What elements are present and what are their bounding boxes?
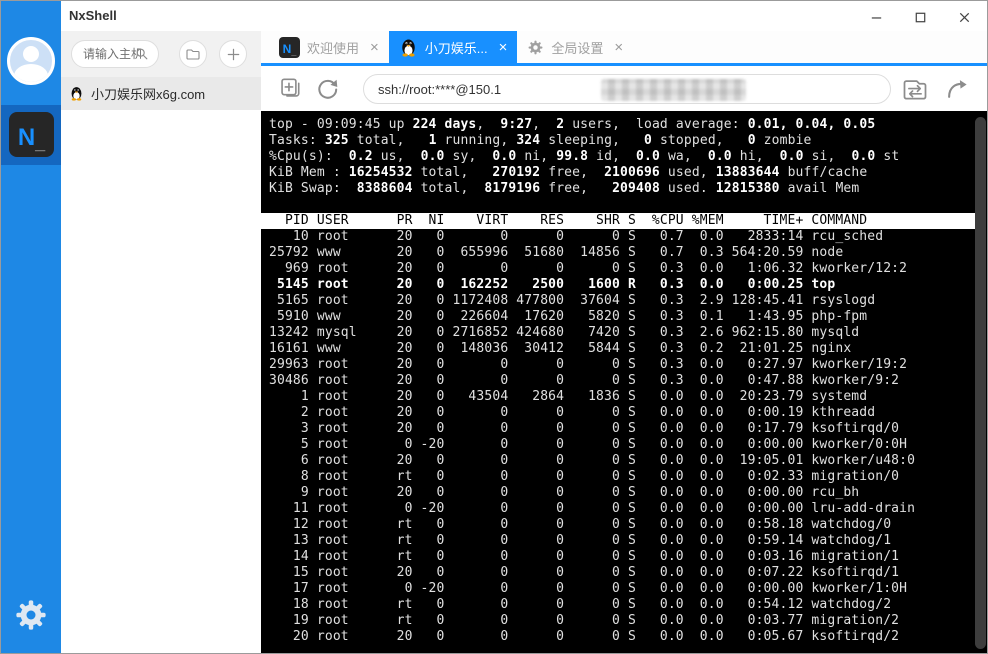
process-row: 17 root 0 -20 0 0 0 S 0.0 0.0 0:00.00 kw… <box>269 581 908 596</box>
maximize-button[interactable] <box>909 6 931 28</box>
session-list-item[interactable]: 小刀娱乐网x6g.com <box>61 77 261 110</box>
process-row: 5145 root 20 0 162252 2500 1600 R 0.3 0.… <box>269 277 836 292</box>
session-sidebar: 小刀娱乐网x6g.com <box>61 31 261 653</box>
plus-icon <box>227 48 239 60</box>
duplicate-tab-button[interactable] <box>277 75 305 103</box>
nxshell-logo-icon: N _ <box>279 36 300 58</box>
process-row: 969 root 20 0 0 0 0 S 0.3 0.0 1:06.32 kw… <box>269 261 908 276</box>
folder-icon <box>186 49 200 60</box>
process-table-header: PID USER PR NI VIRT RES SHR S %CPU %MEM … <box>261 213 975 229</box>
tab-bar: N _ 欢迎使用 × 小刀娱乐... × 全局设置 × <box>261 31 987 63</box>
tab-global-settings[interactable]: 全局设置 × <box>517 31 633 63</box>
tab-label: 全局设置 <box>551 40 604 56</box>
tux-penguin-icon <box>71 87 82 101</box>
process-row: 9 root 20 0 0 0 0 S 0.0 0.0 0:00.00 rcu_… <box>269 485 860 500</box>
process-row: 12 root rt 0 0 0 0 S 0.0 0.0 0:58.18 wat… <box>269 517 892 532</box>
open-folder-button[interactable] <box>179 40 207 68</box>
close-icon <box>959 12 969 22</box>
terminal-line: KiB Mem : 16254532 total, 270192 free, 2… <box>269 165 868 180</box>
sidebar-toolbar <box>61 31 261 77</box>
tab-close-icon[interactable]: × <box>499 39 508 56</box>
terminal-pane[interactable]: top - 09:09:45 up 224 days, 9:27, 2 user… <box>261 111 987 653</box>
minimize-button[interactable] <box>865 6 887 28</box>
process-row: 20 root 20 0 0 0 0 S 0.0 0.0 0:05.67 kso… <box>269 629 900 644</box>
process-row: 5 root 0 -20 0 0 0 S 0.0 0.0 0:00.00 kwo… <box>269 437 908 452</box>
minimize-icon <box>871 16 881 19</box>
file-transfer-icon <box>903 80 927 100</box>
app-title: NxShell <box>69 8 117 23</box>
terminal-scrollbar[interactable] <box>975 117 986 649</box>
terminal-line: %Cpu(s): 0.2 us, 0.0 sy, 0.0 ni, 99.8 id… <box>269 149 900 164</box>
gear-icon <box>528 40 543 54</box>
close-button[interactable] <box>953 6 975 28</box>
forward-arrow-icon <box>948 80 967 98</box>
search-input[interactable] <box>83 47 141 61</box>
user-avatar[interactable] <box>7 37 55 85</box>
process-row: 14 root rt 0 0 0 0 S 0.0 0.0 0:03.16 mig… <box>269 549 900 564</box>
tab-close-icon[interactable]: × <box>370 39 379 56</box>
tab-session-active[interactable]: 小刀娱乐... × <box>388 31 518 63</box>
add-session-button[interactable] <box>219 40 247 68</box>
process-row: 8 root rt 0 0 0 0 S 0.0 0.0 0:02.33 migr… <box>269 469 900 484</box>
maximize-icon <box>915 12 925 22</box>
settings-gear-button[interactable] <box>11 595 51 635</box>
forward-button[interactable] <box>943 75 971 103</box>
nxshell-window: N _ NxShell 请输入主机 小刀娱乐网x6g.com N _ 欢迎使用 … <box>0 0 988 654</box>
host-search-box[interactable] <box>71 40 159 68</box>
process-row: 25792 www 20 0 655996 51680 14856 S 0.7 … <box>269 245 844 260</box>
refresh-button[interactable] <box>313 75 341 103</box>
nxshell-logo-item[interactable]: N _ <box>9 112 54 157</box>
process-row: 16161 www 20 0 148036 30412 5844 S 0.3 0… <box>269 341 852 356</box>
terminal-line: KiB Swap: 8388604 total, 8179196 free, 2… <box>269 181 860 196</box>
process-row: 15 root 20 0 0 0 0 S 0.0 0.0 0:07.22 kso… <box>269 565 900 580</box>
process-row: 5910 www 20 0 226604 17620 5820 S 0.3 0.… <box>269 309 868 324</box>
tab-label: 小刀娱乐... <box>424 40 488 56</box>
session-label: 小刀娱乐网x6g.com <box>91 87 206 102</box>
process-row: 13 root rt 0 0 0 0 S 0.0 0.0 0:59.14 wat… <box>269 533 892 548</box>
nxshell-logo-n: N <box>17 124 36 151</box>
process-row: 18 root rt 0 0 0 0 S 0.0 0.0 0:54.12 wat… <box>269 597 892 612</box>
activity-bar: N _ <box>1 1 61 653</box>
tab-label: 欢迎使用 <box>307 40 360 56</box>
process-row: 30486 root 20 0 0 0 0 S 0.3 0.0 0:47.88 … <box>269 373 900 388</box>
redacted-host <box>601 79 746 101</box>
process-row: 2 root 20 0 0 0 0 S 0.0 0.0 0:00.19 kthr… <box>269 405 876 420</box>
process-row: 3 root 20 0 0 0 0 S 0.0 0.0 0:17.79 ksof… <box>269 421 900 436</box>
duplicate-plus-icon <box>281 78 300 97</box>
search-icon <box>136 48 148 60</box>
terminal-output: top - 09:09:45 up 224 days, 9:27, 2 user… <box>261 117 975 645</box>
process-row: 1 root 20 0 43504 2864 1836 S 0.0 0.0 20… <box>269 389 868 404</box>
process-row: 10 root 20 0 0 0 0 S 0.7 0.0 2833:14 rcu… <box>269 229 884 244</box>
process-row: 5165 root 20 0 1172408 477800 37604 S 0.… <box>269 293 876 308</box>
avatar-person-icon <box>23 46 39 62</box>
tab-welcome[interactable]: N _ 欢迎使用 × <box>269 31 389 63</box>
session-toolbar <box>261 66 987 111</box>
gear-icon <box>16 600 46 630</box>
terminal-line: Tasks: 325 total, 1 running, 324 sleepin… <box>269 133 812 148</box>
sftp-transfer-button[interactable] <box>901 75 929 103</box>
terminal-line: top - 09:09:45 up 224 days, 9:27, 2 user… <box>269 117 876 132</box>
tux-penguin-icon <box>402 38 415 57</box>
process-row: 11 root 0 -20 0 0 0 S 0.0 0.0 0:00.00 lr… <box>269 501 916 516</box>
refresh-icon <box>317 79 337 99</box>
process-row: 19 root rt 0 0 0 0 S 0.0 0.0 0:03.77 mig… <box>269 613 900 628</box>
tab-close-icon[interactable]: × <box>614 39 623 56</box>
process-row: 13242 mysql 20 0 2716852 424680 7420 S 0… <box>269 325 860 340</box>
process-row: 6 root 20 0 0 0 0 S 0.0 0.0 19:05.01 kwo… <box>269 453 916 468</box>
process-row: 29963 root 20 0 0 0 0 S 0.3 0.0 0:27.97 … <box>269 357 908 372</box>
titlebar: NxShell <box>61 1 987 31</box>
address-bar[interactable] <box>363 74 891 104</box>
